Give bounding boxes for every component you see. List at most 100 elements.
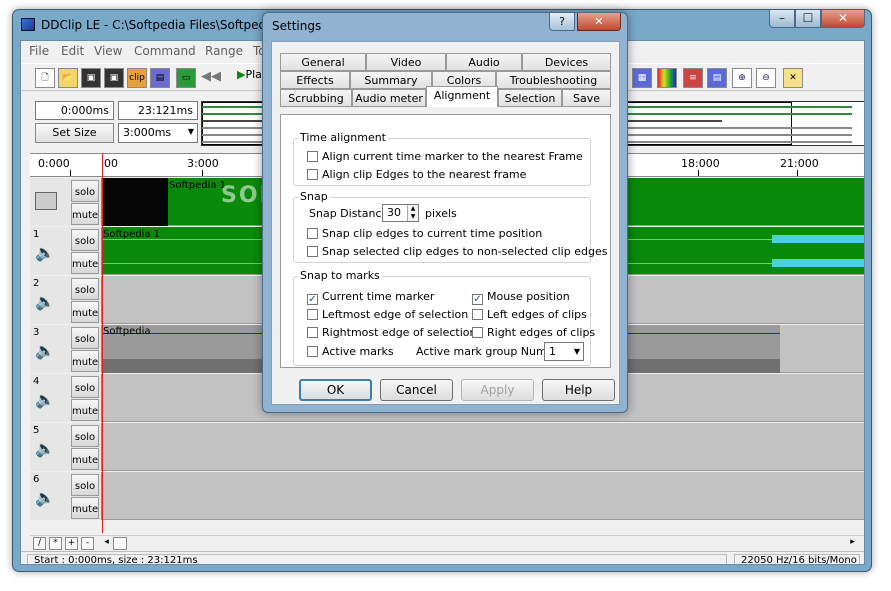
right-edges-checkbox[interactable]: Right edges of clips (472, 326, 595, 339)
start-time-field[interactable]: 0:000ms (35, 101, 114, 120)
zoom-out-icon[interactable]: ⊖ (756, 68, 776, 88)
new-file-icon[interactable]: 🗋 (35, 68, 55, 88)
app-icon (21, 18, 35, 31)
tab-video[interactable]: Video (366, 53, 446, 71)
screen-icon[interactable]: ▭ (176, 68, 196, 88)
end-time-field[interactable]: 23:121ms (118, 101, 198, 120)
track-lane[interactable] (102, 423, 864, 471)
menu-command[interactable]: Command (134, 44, 196, 58)
scroll-left-icon[interactable]: ◂ (100, 537, 113, 550)
solo-button[interactable]: solo (71, 278, 99, 300)
rightmost-edge-checkbox[interactable]: Rightmost edge of selection (307, 326, 477, 339)
tab-audio-meter[interactable]: Audio meter (352, 89, 426, 107)
active-mark-group-label: Active mark group Number (416, 345, 565, 358)
scroll-thumb[interactable] (113, 537, 127, 550)
ruler-label: 0:000 (38, 157, 70, 170)
solo-button[interactable]: solo (71, 474, 99, 496)
left-edges-checkbox[interactable]: Left edges of clips (472, 308, 587, 321)
tools-icon[interactable]: ✕ (783, 68, 803, 88)
menu-view[interactable]: View (94, 44, 122, 58)
menu-edit[interactable]: Edit (61, 44, 84, 58)
tool-star-button[interactable]: * (49, 537, 62, 550)
tab-devices[interactable]: Devices (522, 53, 611, 71)
ok-button[interactable]: OK (299, 379, 372, 401)
save-as-icon[interactable]: ▣ (104, 68, 124, 88)
snap-selected-checkbox[interactable]: Snap selected clip edges to non-selected… (307, 245, 607, 258)
dialog-close-button[interactable]: ✕ (577, 13, 621, 31)
tab-save[interactable]: Save (562, 89, 611, 107)
close-button[interactable]: ✕ (821, 10, 865, 28)
menu-range[interactable]: Range (205, 44, 243, 58)
solo-button[interactable]: solo (71, 327, 99, 349)
monitor-icon (35, 192, 57, 210)
clip-icon[interactable]: clip (127, 68, 147, 88)
solo-button[interactable]: solo (71, 229, 99, 251)
tab-audio[interactable]: Audio (446, 53, 522, 71)
speaker-icon: 🔈 (35, 439, 55, 458)
menu-file[interactable]: File (29, 44, 49, 58)
solo-button[interactable]: solo (71, 180, 99, 202)
mute-button[interactable]: mute (71, 399, 99, 421)
ruler-tick (698, 170, 699, 176)
film-strip-icon[interactable]: ▤ (707, 68, 727, 88)
zoom-minus-button[interactable]: - (81, 537, 94, 550)
meter-icon[interactable]: ▦ (632, 68, 652, 88)
save-icon[interactable]: ▣ (81, 68, 101, 88)
effects-icon[interactable]: ≡ (683, 68, 703, 88)
tab-selection[interactable]: Selection (498, 89, 562, 107)
align-marker-checkbox[interactable]: Align current time marker to the nearest… (307, 150, 583, 163)
apply-button[interactable]: Apply (461, 379, 534, 401)
active-mark-group-select[interactable]: 1 ▼ (544, 342, 584, 361)
mute-button[interactable]: mute (71, 448, 99, 470)
mouse-position-checkbox[interactable]: ✓ Mouse position (472, 290, 570, 305)
tab-alignment[interactable]: Alignment (426, 86, 498, 107)
cancel-button[interactable]: Cancel (380, 379, 453, 401)
rewind-icon[interactable]: ◀◀ (201, 68, 221, 88)
set-size-button[interactable]: Set Size (35, 123, 114, 143)
size-select[interactable]: 3:000ms ▼ (118, 123, 198, 143)
tab-summary[interactable]: Summary (350, 71, 432, 89)
tab-troubleshooting[interactable]: Troubleshooting (496, 71, 611, 89)
ruler-label: 21:000 (780, 157, 819, 170)
track-lane[interactable] (102, 472, 864, 520)
scroll-right-icon[interactable]: ▸ (846, 537, 859, 550)
film-icon[interactable]: ▤ (150, 68, 170, 88)
minimize-button[interactable]: – (769, 10, 795, 28)
mute-button[interactable]: mute (71, 301, 99, 323)
help-icon[interactable]: ? (549, 13, 575, 31)
snap-distance-spinner[interactable]: 30 ▲ ▼ (382, 204, 419, 222)
open-folder-icon[interactable]: 📂 (58, 68, 78, 88)
chevron-down-icon: ▼ (187, 127, 194, 136)
maximize-button[interactable]: ☐ (795, 10, 821, 28)
leftmost-edge-checkbox[interactable]: Leftmost edge of selection (307, 308, 468, 321)
solo-button[interactable]: solo (71, 376, 99, 398)
active-marks-checkbox[interactable]: Active marks (307, 345, 394, 358)
mute-button[interactable]: mute (71, 203, 99, 225)
horizontal-scrollbar[interactable]: / * + - ◂ ▸ (30, 535, 864, 551)
solo-button[interactable]: solo (71, 425, 99, 447)
settings-dialog: Settings ? ✕ General Video Audio Devices… (262, 12, 628, 413)
time-cursor[interactable] (102, 153, 103, 533)
tab-general[interactable]: General (280, 53, 366, 71)
spinner-arrows-icon[interactable]: ▲ ▼ (407, 205, 418, 221)
mute-button[interactable]: mute (71, 252, 99, 274)
mute-button[interactable]: mute (71, 350, 99, 372)
mute-button[interactable]: mute (71, 497, 99, 519)
current-time-marker-checkbox[interactable]: ✓ Current time marker (307, 290, 434, 305)
tool-select-button[interactable]: / (33, 537, 46, 550)
track-header: solo mute (30, 178, 102, 226)
zoom-in-icon[interactable]: ⊕ (732, 68, 752, 88)
tab-effects[interactable]: Effects (280, 71, 350, 89)
color-bars-icon[interactable] (657, 68, 677, 88)
snap-clip-edges-checkbox[interactable]: Snap clip edges to current time position (307, 227, 542, 240)
track-number: 4 (33, 376, 40, 387)
tab-scrubbing[interactable]: Scrubbing (280, 89, 352, 107)
chevron-down-icon: ▼ (573, 347, 580, 356)
snap-distance-unit: pixels (425, 207, 457, 220)
snap-distance-label: Snap Distance (309, 207, 389, 220)
zoom-plus-button[interactable]: + (65, 537, 78, 550)
group-label: Time alignment (298, 131, 388, 144)
help-button[interactable]: Help (542, 379, 615, 401)
ruler-label: 00 (104, 157, 118, 170)
align-edges-checkbox[interactable]: Align clip Edges to the nearest frame (307, 168, 526, 181)
